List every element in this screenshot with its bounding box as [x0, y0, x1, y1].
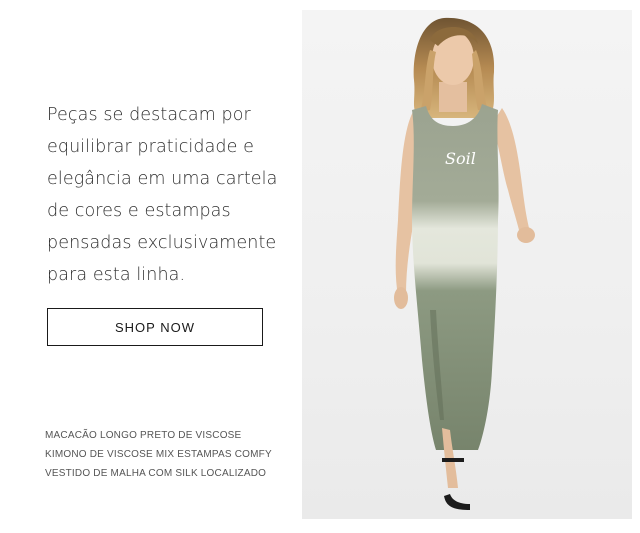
description-line: equilibrar praticidade e: [47, 137, 255, 157]
shop-now-button[interactable]: SHOP NOW: [47, 308, 263, 346]
product-link[interactable]: VESTIDO DE MALHA COM SILK LOCALIZADO: [45, 464, 272, 483]
description-line: de cores e estampas: [47, 201, 231, 221]
description-line: pensadas exclusivamente: [47, 233, 277, 253]
dress-print-text: Soil: [445, 149, 476, 168]
description-line: Peças se destacam por: [47, 105, 251, 125]
description-line: elegância em uma cartela: [47, 169, 278, 189]
product-link[interactable]: KIMONO DE VISCOSE MIX ESTAMPAS COMFY: [45, 445, 272, 464]
model-photo[interactable]: Soil: [302, 10, 632, 519]
product-link[interactable]: MACACÃO LONGO PRETO DE VISCOSE: [45, 426, 272, 445]
model-illustration: Soil: [394, 17, 535, 510]
description-line: para esta linha.: [47, 265, 186, 285]
product-list: MACACÃO LONGO PRETO DE VISCOSE KIMONO DE…: [45, 426, 272, 483]
description-text: Peças se destacam por equilibrar pratici…: [47, 99, 292, 291]
